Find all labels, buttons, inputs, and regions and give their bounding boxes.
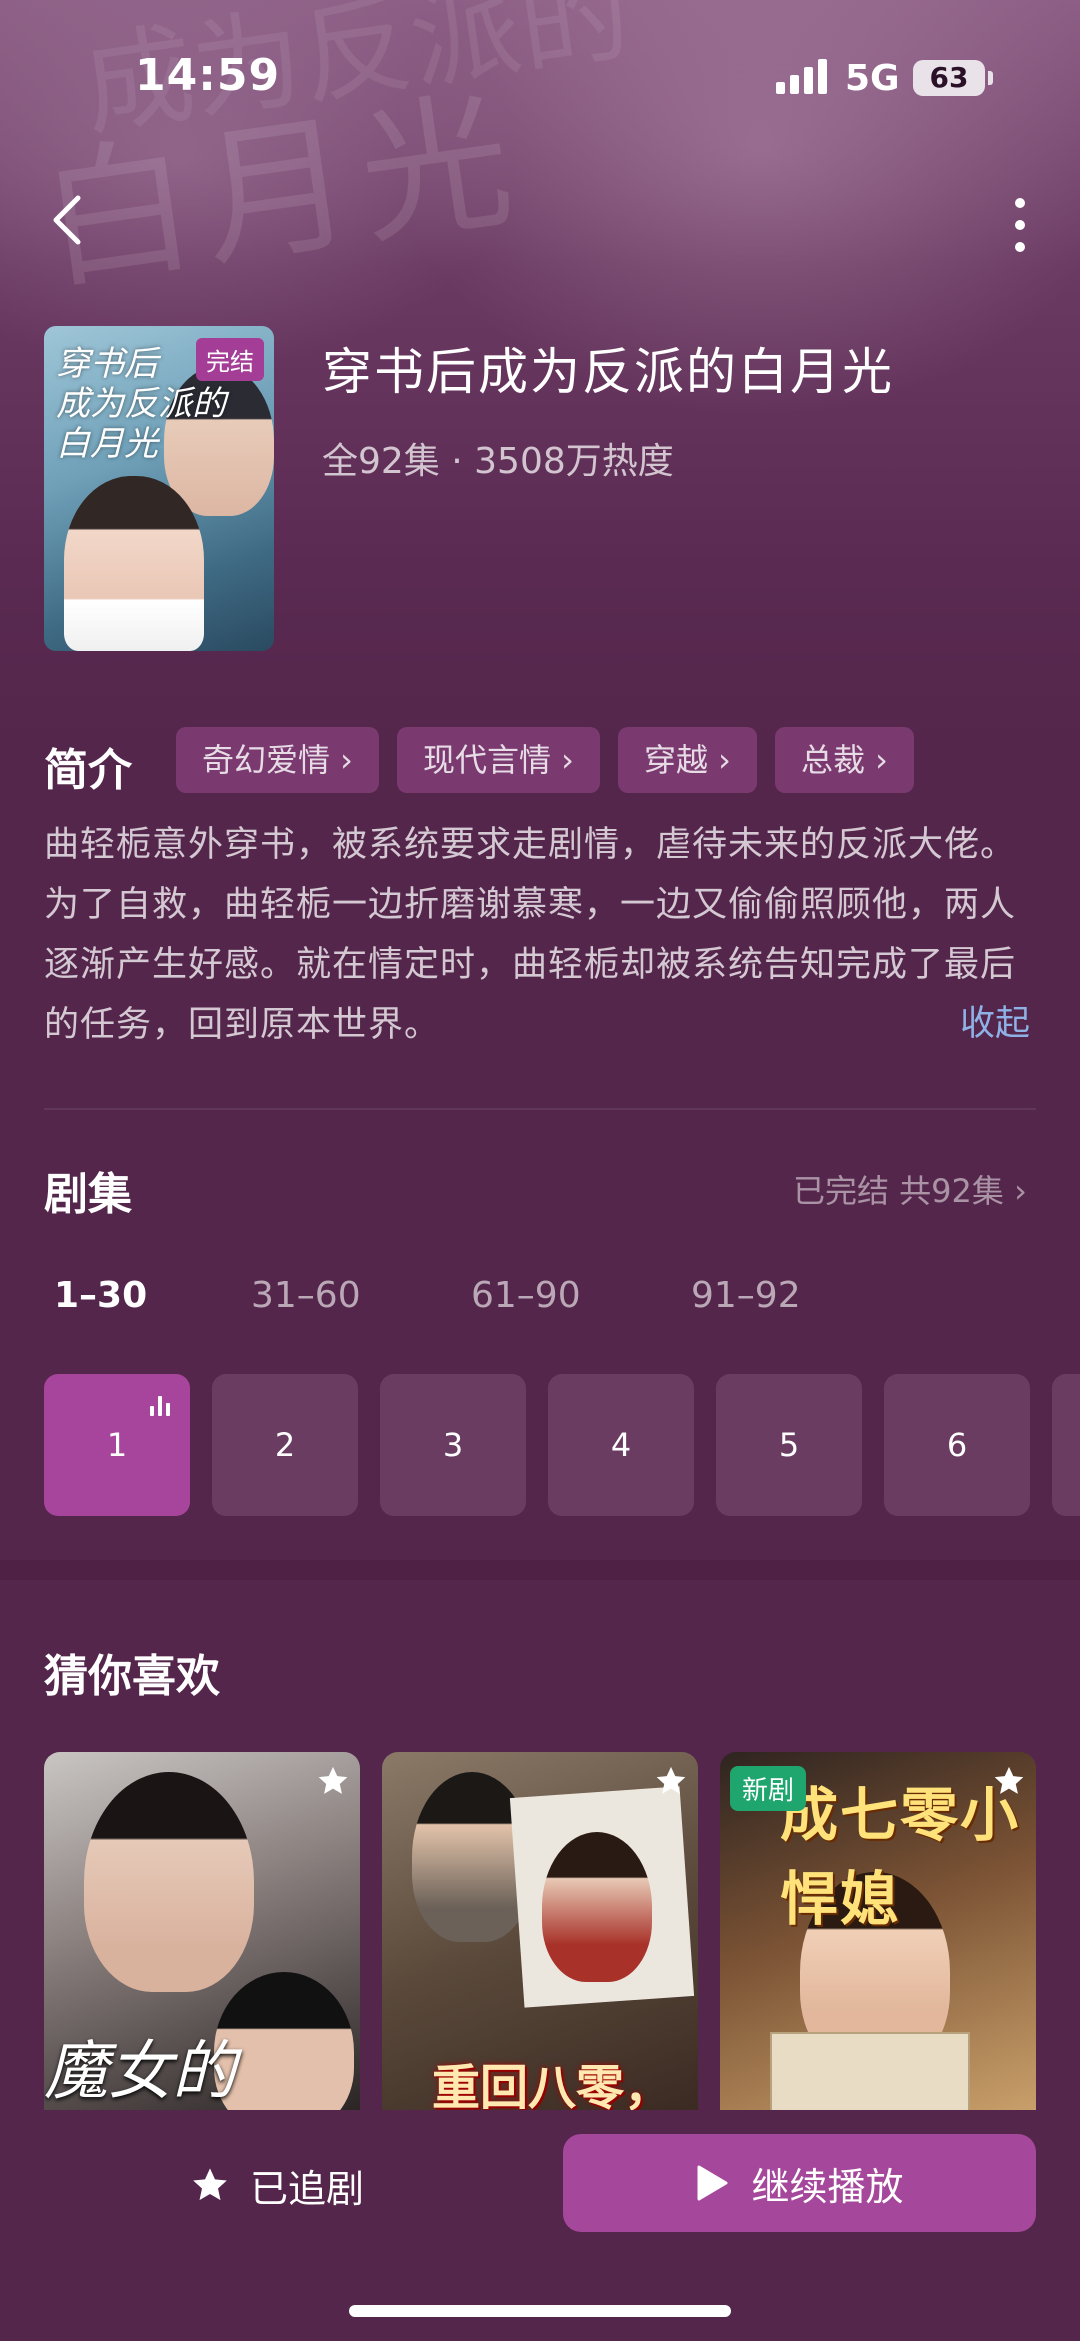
episode-number: 3 (442, 1426, 464, 1464)
star-icon (193, 2168, 227, 2201)
status-time: 14:59 (135, 50, 281, 101)
episode-button-partial[interactable] (1052, 1374, 1080, 1516)
episode-button[interactable]: 2 (212, 1374, 358, 1516)
episode-button[interactable]: 4 (548, 1374, 694, 1516)
divider (44, 1108, 1036, 1110)
recommend-card[interactable]: 魔女的 (44, 1752, 360, 2112)
episode-number: 6 (946, 1426, 968, 1464)
poster-figure (64, 476, 204, 651)
episode-number: 1 (106, 1426, 128, 1464)
card-figure (84, 1772, 254, 1992)
episode-number: 2 (274, 1426, 296, 1464)
episode-button[interactable]: 3 (380, 1374, 526, 1516)
genre-tag[interactable]: 穿越 › (617, 727, 757, 793)
range-tab-31-60[interactable]: 31–60 (251, 1275, 361, 1316)
network-type: 5G (845, 58, 900, 99)
episode-button[interactable]: 5 (716, 1374, 862, 1516)
episode-list[interactable]: 1 2 3 4 5 6 (44, 1374, 1080, 1516)
follow-label: 已追剧 (250, 2166, 365, 2211)
intro-label: 简介 (44, 745, 132, 796)
home-indicator (349, 2305, 731, 2317)
genre-tag[interactable]: 奇幻爱情 › (176, 727, 379, 793)
more-vertical-icon (1015, 198, 1025, 208)
playing-bars-icon (150, 1396, 172, 1416)
section-separator (0, 1560, 1080, 1580)
back-button[interactable] (40, 190, 100, 250)
new-badge: 新剧 (730, 1766, 807, 1811)
star-icon[interactable] (992, 1764, 1026, 1798)
range-tab-1-30[interactable]: 1–30 (54, 1275, 147, 1316)
genre-tag[interactable]: 总裁 › (774, 727, 914, 793)
range-tab-61-90[interactable]: 61–90 (471, 1275, 581, 1316)
star-icon[interactable] (316, 1764, 350, 1798)
completed-badge: 完结 (196, 338, 264, 381)
follow-button[interactable]: 已追剧 (190, 2150, 364, 2220)
more-button[interactable] (1000, 190, 1040, 260)
recommend-label: 猜你喜欢 (44, 1651, 220, 1702)
play-icon (697, 2165, 728, 2201)
recommend-card[interactable]: 重回八零， (382, 1752, 698, 2112)
continue-play-button[interactable]: 继续播放 (563, 2134, 1036, 2232)
episode-button[interactable]: 6 (884, 1374, 1030, 1516)
star-icon[interactable] (654, 1764, 688, 1798)
recommend-card[interactable]: 新剧 成七零小悍媳 (720, 1752, 1036, 2112)
episodes-label: 剧集 (44, 1169, 132, 1220)
drama-meta: 全92集 · 3508万热度 (322, 441, 674, 482)
synopsis-text: 曲轻栀意外穿书，被系统要求走剧情，虐待未来的反派大佬。为了自救，曲轻栀一边折磨谢… (44, 825, 1017, 1045)
drama-title: 穿书后成为反派的白月光 (322, 343, 894, 401)
episode-button[interactable]: 1 (44, 1374, 190, 1516)
card-title-art: 魔女的 (44, 2035, 236, 2109)
status-bar: 14:59 5G 63 (0, 0, 1080, 130)
signal-icon (776, 58, 828, 94)
card-figure (542, 1832, 652, 1982)
play-label: 继续播放 (751, 2164, 904, 2209)
collapse-button[interactable]: 收起 (960, 995, 1030, 1046)
battery-icon: 63 (913, 60, 985, 96)
episodes-status-link[interactable]: 已完结 共92集 › (793, 1166, 1027, 1212)
genre-tags: 奇幻爱情 › 现代言情 › 穿越 › 总裁 › (176, 727, 914, 793)
card-book (770, 2032, 970, 2112)
back-arrow-icon (53, 195, 81, 245)
episode-number: 4 (610, 1426, 632, 1464)
range-tab-91-92[interactable]: 91–92 (691, 1275, 801, 1316)
card-title-art: 重回八零， (432, 2060, 673, 2112)
genre-tag[interactable]: 现代言情 › (396, 727, 600, 793)
drama-poster[interactable]: 穿书后 成为反派的 白月光 完结 (44, 326, 274, 651)
episode-number: 5 (778, 1426, 800, 1464)
battery-nub (988, 71, 993, 85)
